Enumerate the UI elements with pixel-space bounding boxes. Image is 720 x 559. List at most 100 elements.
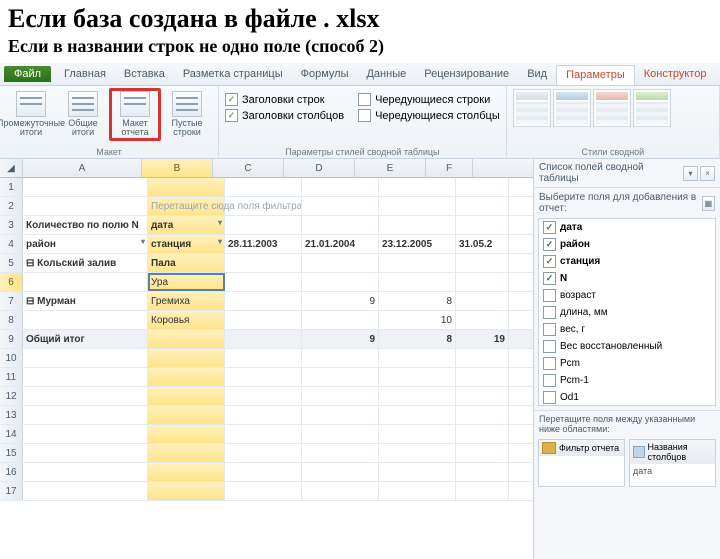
report-layout-button[interactable]: Макет отчета (109, 88, 161, 141)
group-label-styles: Стили сводной (513, 146, 713, 157)
close-icon[interactable]: × (700, 166, 715, 181)
row-header[interactable]: 17 (0, 482, 23, 500)
style-swatch[interactable] (593, 89, 631, 127)
pivot-row-field[interactable]: район (23, 235, 148, 253)
field-item[interactable]: ✓N (539, 270, 715, 287)
col-header[interactable]: F (426, 159, 473, 177)
tab-home[interactable]: Главная (55, 65, 115, 83)
field-list[interactable]: ✓дата✓район✓станция✓Nвозрастдлина, ммвес… (538, 218, 716, 406)
field-item[interactable]: Od1 (539, 389, 715, 406)
style-swatch[interactable] (553, 89, 591, 127)
field-label: дата (560, 222, 582, 233)
row-headers-checkbox[interactable]: Заголовки строк (242, 94, 325, 106)
pivot-value-label: Количество по полю N (23, 216, 148, 234)
report-layout-icon (120, 91, 150, 117)
tab-design[interactable]: Конструктор (635, 65, 716, 83)
field-item[interactable]: возраст (539, 287, 715, 304)
pivot-col-field[interactable]: дата (148, 216, 225, 234)
col-header[interactable]: A (23, 159, 142, 177)
field-item[interactable]: Pcm (539, 355, 715, 372)
row-header[interactable]: 5 (0, 254, 23, 272)
tab-options[interactable]: Параметры (556, 65, 635, 85)
checkbox-icon (543, 340, 556, 353)
row-header[interactable]: 2 (0, 197, 23, 215)
field-item[interactable]: длина, мм (539, 304, 715, 321)
worksheet[interactable]: ◢ A B C D E F 1 2Перетащите сюда поля фи… (0, 159, 533, 559)
row-header[interactable]: 11 (0, 368, 23, 386)
layout-icon[interactable]: ▦ (702, 196, 715, 211)
tab-insert[interactable]: Вставка (115, 65, 174, 83)
pivot-value: 10 (379, 311, 456, 329)
field-item[interactable]: Вес восстановленный (539, 338, 715, 355)
tab-view[interactable]: Вид (518, 65, 556, 83)
subtotals-icon (16, 91, 46, 117)
checkbox-icon (358, 109, 371, 122)
pivot-group[interactable]: ⊟ Кольский залив (23, 254, 148, 272)
subtotals-button[interactable]: Промежуточные итоги (6, 89, 56, 140)
row-header[interactable]: 12 (0, 387, 23, 405)
zone-report-filter[interactable]: Фильтр отчета (538, 439, 625, 487)
field-label: возраст (560, 290, 596, 301)
field-item[interactable]: ✓станция (539, 253, 715, 270)
check-icon: ✓ (225, 109, 238, 122)
field-label: Pcm (560, 358, 580, 369)
active-cell[interactable]: Ура (148, 273, 225, 291)
row-header-active[interactable]: 6 (0, 273, 23, 291)
pivot-total: 8 (379, 330, 456, 348)
checkbox-icon (543, 289, 556, 302)
row-header[interactable]: 8 (0, 311, 23, 329)
field-item[interactable]: ✓район (539, 236, 715, 253)
grand-totals-button[interactable]: Общие итоги (58, 89, 108, 140)
banded-rows-checkbox[interactable]: Чередующиеся строки (375, 94, 490, 106)
col-header-active[interactable]: B (142, 159, 213, 177)
col-header[interactable]: C (213, 159, 284, 177)
field-label: вес, г (560, 324, 585, 335)
pane-menu-icon[interactable]: ▾ (683, 166, 698, 181)
check-icon: ✓ (225, 93, 238, 106)
pivot-item: Коровья (148, 311, 225, 329)
field-label: Вес восстановленный (560, 341, 662, 352)
style-gallery[interactable] (513, 89, 713, 127)
col-header[interactable]: D (284, 159, 355, 177)
field-item[interactable]: Pcm-1 (539, 372, 715, 389)
style-swatch[interactable] (513, 89, 551, 127)
row-header[interactable]: 1 (0, 178, 23, 196)
pivot-total: 9 (302, 330, 379, 348)
field-item[interactable]: ✓дата (539, 219, 715, 236)
blank-rows-icon (172, 91, 202, 117)
row-header[interactable]: 14 (0, 425, 23, 443)
grand-total-label: Общий итог (23, 330, 148, 348)
tab-review[interactable]: Рецензирование (415, 65, 518, 83)
checkbox-icon: ✓ (543, 255, 556, 268)
pivot-group[interactable]: ⊟ Мурман (23, 292, 148, 310)
zone-column-labels[interactable]: Названия столбцов дата (629, 439, 716, 487)
file-tab[interactable]: Файл (4, 66, 51, 82)
field-item[interactable]: вес, г (539, 321, 715, 338)
col-headers-checkbox[interactable]: Заголовки столбцов (242, 110, 344, 122)
tab-formulas[interactable]: Формулы (292, 65, 358, 83)
banded-cols-checkbox[interactable]: Чередующиеся столбцы (375, 110, 500, 122)
select-all-cell[interactable]: ◢ (0, 159, 23, 177)
row-header[interactable]: 10 (0, 349, 23, 367)
style-swatch[interactable] (633, 89, 671, 127)
tab-data[interactable]: Данные (357, 65, 415, 83)
checkbox-icon (543, 391, 556, 404)
row-header[interactable]: 13 (0, 406, 23, 424)
zone-item[interactable]: дата (630, 464, 715, 486)
row-header[interactable]: 16 (0, 463, 23, 481)
row-header[interactable]: 7 (0, 292, 23, 310)
row-header[interactable]: 4 (0, 235, 23, 253)
column-headers: ◢ A B C D E F (0, 159, 533, 178)
row-header[interactable]: 3 (0, 216, 23, 234)
field-label: район (560, 239, 590, 250)
tab-pagelayout[interactable]: Разметка страницы (174, 65, 292, 83)
row-header[interactable]: 9 (0, 330, 23, 348)
row-header[interactable]: 15 (0, 444, 23, 462)
pivot-row-field[interactable]: станция (148, 235, 225, 253)
columns-icon (633, 446, 645, 458)
ribbon-group-layout: Промежуточные итоги Общие итоги Макет от… (0, 86, 219, 158)
excel-window: Файл Главная Вставка Разметка страницы Ф… (0, 63, 720, 559)
col-header[interactable]: E (355, 159, 426, 177)
blank-rows-button[interactable]: Пустые строки (162, 89, 212, 140)
ribbon-group-style-options: ✓ Заголовки строк ✓ Заголовки столбцов Чер… (219, 86, 507, 158)
